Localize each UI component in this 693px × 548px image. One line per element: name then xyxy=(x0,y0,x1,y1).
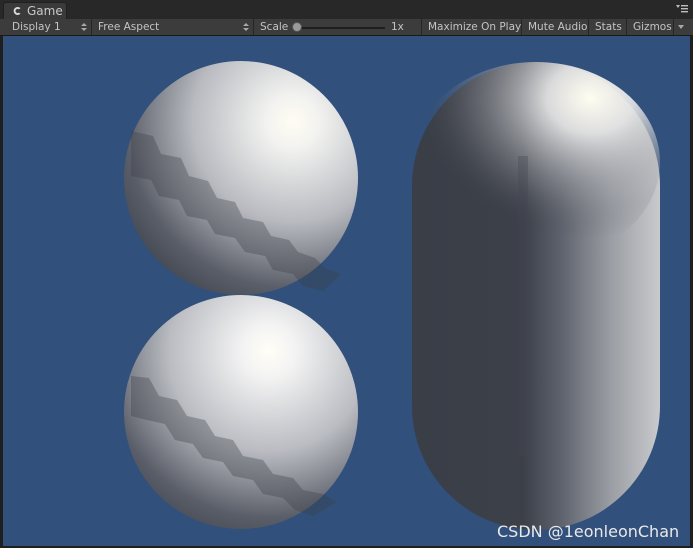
tab-game-label: Game xyxy=(27,4,63,18)
scale-slider-track[interactable] xyxy=(297,27,385,29)
game-toolbar: Display 1 Free Aspect Scale 1x Maximize … xyxy=(0,19,693,36)
gizmos-button[interactable]: Gizmos xyxy=(627,19,674,35)
gizmos-label: Gizmos xyxy=(633,21,672,33)
tab-menu-icon[interactable] xyxy=(675,3,689,15)
capsule xyxy=(412,62,660,530)
stats-label: Stats xyxy=(595,21,622,33)
dropdown-arrows-icon xyxy=(243,23,249,31)
bottom-sphere xyxy=(124,295,358,529)
maximize-on-play-button[interactable]: Maximize On Play xyxy=(422,19,522,35)
stats-button[interactable]: Stats xyxy=(589,19,627,35)
gizmos-dropdown[interactable] xyxy=(674,19,693,35)
mute-audio-label: Mute Audio xyxy=(528,21,588,33)
scale-slider-thumb[interactable] xyxy=(292,22,302,32)
display-dropdown[interactable]: Display 1 xyxy=(6,19,92,35)
display-dropdown-label: Display 1 xyxy=(12,21,61,33)
scene-render xyxy=(124,61,660,530)
watermark: CSDN @1eonleonChan xyxy=(497,522,680,541)
chevron-down-icon xyxy=(678,25,684,29)
top-sphere xyxy=(124,61,358,295)
aspect-dropdown[interactable]: Free Aspect xyxy=(92,19,254,35)
scale-label: Scale xyxy=(260,21,289,33)
tab-bar: Game xyxy=(0,0,693,19)
maximize-on-play-label: Maximize On Play xyxy=(428,21,522,33)
unity-game-icon xyxy=(13,7,21,15)
tab-game[interactable]: Game xyxy=(3,2,67,19)
mute-audio-button[interactable]: Mute Audio xyxy=(522,19,589,35)
dropdown-arrows-icon xyxy=(81,23,87,31)
game-viewport[interactable] xyxy=(3,36,690,546)
aspect-dropdown-label: Free Aspect xyxy=(98,21,160,33)
scale-value: 1x xyxy=(391,21,404,33)
